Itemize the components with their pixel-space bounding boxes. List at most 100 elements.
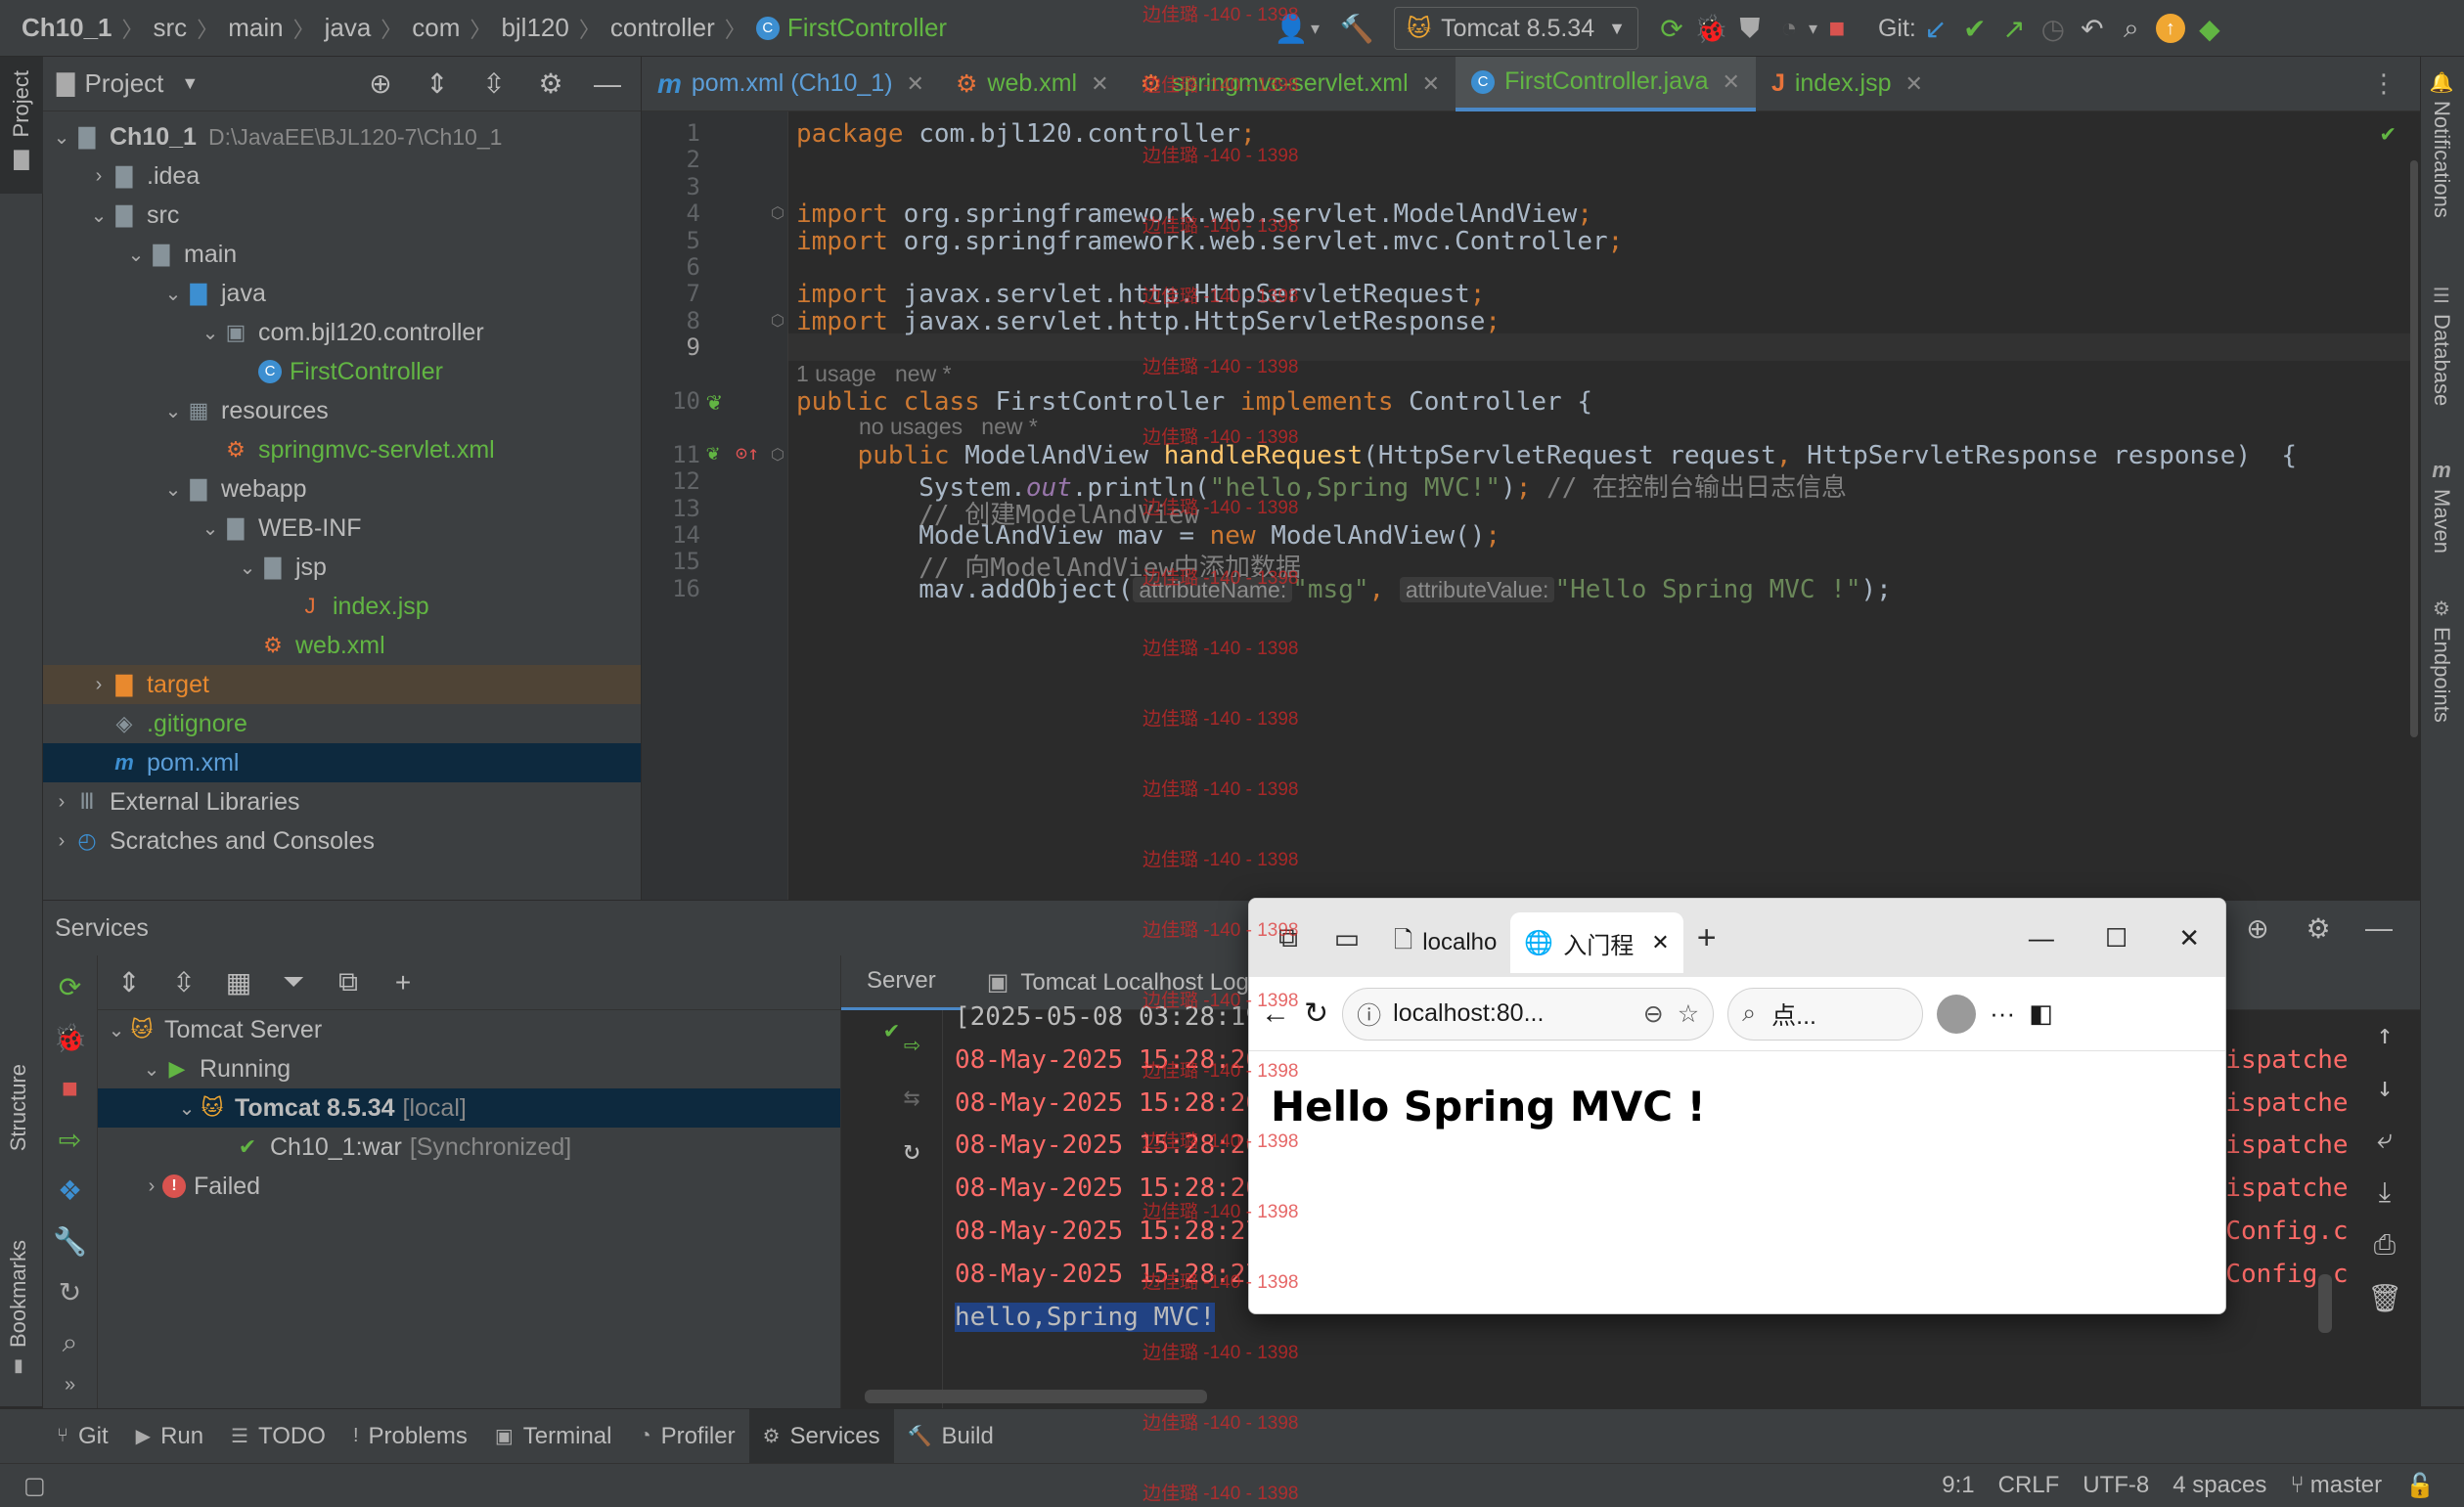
search-icon[interactable]: ⌕	[2112, 9, 2151, 48]
back-icon[interactable]: ←	[1261, 997, 1290, 1031]
project-tree-row[interactable]: ⌄ ▇ jsp	[43, 548, 641, 587]
project-tree-row[interactable]: › ▇ .idea	[43, 156, 641, 196]
more-tabs-icon[interactable]: ⋮	[2371, 68, 2397, 99]
caret-position[interactable]: 9:1	[1942, 1472, 1974, 1499]
workspaces-icon[interactable]: ⧉	[1269, 918, 1308, 957]
lock-icon[interactable]: 🔓	[2405, 1472, 2435, 1500]
chevron-down-icon[interactable]: ⌄	[125, 243, 147, 267]
group-icon[interactable]: ▦	[219, 963, 258, 1002]
project-tree-row[interactable]: ⌄ ▇ Ch10_1 D:\JavaEE\BJL120-7\Ch10_1	[43, 117, 641, 156]
close-window-icon[interactable]: ✕	[2178, 923, 2200, 953]
refresh-icon[interactable]: ↻	[892, 1130, 931, 1169]
chevron-right-icon[interactable]: ›	[51, 791, 72, 814]
rerun-icon[interactable]: ⇨	[892, 1024, 931, 1063]
services-tree-row[interactable]: ⌄ 🐱 Tomcat Server	[98, 1010, 840, 1049]
browser-tab-1[interactable]: 🗋 localho	[1380, 912, 1510, 973]
chevron-down-icon[interactable]: ⌄	[141, 1057, 162, 1082]
project-tree-row[interactable]: ◈ .gitignore	[43, 704, 641, 743]
tool-window-problems[interactable]: ! Problems	[339, 1409, 481, 1464]
maximize-window-icon[interactable]: ☐	[2105, 923, 2128, 953]
project-tree-row[interactable]: › Ⅲ External Libraries	[43, 782, 641, 821]
chevron-down-icon[interactable]: ⌄	[176, 1096, 198, 1121]
build-hammer-icon[interactable]: 🔨	[1337, 9, 1376, 48]
git-update-icon[interactable]: ↙	[1916, 9, 1955, 48]
project-tree-row[interactable]: ⌄ ▇ java	[43, 274, 641, 313]
locate-icon[interactable]: ⊕	[2238, 909, 2277, 948]
stop-icon[interactable]: ■	[1817, 9, 1857, 48]
add-icon[interactable]: +	[383, 963, 423, 1002]
inspection-ok-icon[interactable]: ✔	[2381, 119, 2395, 147]
project-tree-row[interactable]: Jindex.jsp	[43, 587, 641, 626]
project-tree-row[interactable]: ⚙ springmvc-servlet.xml	[43, 430, 641, 469]
info-icon[interactable]: ⓘ	[1357, 997, 1381, 1032]
chevron-down-icon[interactable]: ▾	[1311, 19, 1320, 39]
maven-tool-button[interactable]: m Maven	[2429, 458, 2454, 554]
gear-icon[interactable]: ⚙	[2299, 909, 2338, 948]
rerun-icon[interactable]: ⟳	[1652, 9, 1691, 48]
debug-icon[interactable]: 🐞	[1691, 9, 1730, 48]
scroll-to-end-icon[interactable]: ⤓	[2365, 1173, 2404, 1212]
editor-tab[interactable]: Jindex.jsp ✕	[1756, 57, 1939, 111]
chevron-down-icon[interactable]: ⌄	[200, 321, 221, 345]
console-v-scrollbar[interactable]	[2318, 1274, 2332, 1333]
update-icon[interactable]: ↑	[2151, 9, 2190, 48]
usage-hint[interactable]: no usages new *	[859, 414, 1038, 440]
rerun-icon[interactable]: ⟳	[51, 967, 90, 1006]
expand-all-icon[interactable]: ⇕	[110, 963, 149, 1002]
new-tab-icon[interactable]: +	[1697, 919, 1717, 957]
breadcrumb-item[interactable]: java	[325, 13, 372, 43]
gear-icon[interactable]: ⚙	[531, 65, 570, 104]
chevron-right-icon[interactable]: ›	[88, 674, 110, 696]
project-panel-title[interactable]: Project	[84, 68, 163, 99]
breadcrumb-item[interactable]: src	[154, 13, 188, 43]
collapse-all-icon[interactable]: ⇳	[164, 963, 203, 1002]
soft-wrap-icon[interactable]: ⤶	[2365, 1120, 2404, 1159]
minimize-window-icon[interactable]: —	[2029, 923, 2054, 953]
editor-tab[interactable]: C FirstController.java ✕	[1456, 56, 1756, 111]
chevron-down-icon[interactable]: ▼	[181, 73, 199, 94]
close-tab-icon[interactable]: ✕	[1723, 69, 1740, 95]
arrow-down-icon[interactable]: ↓	[2365, 1067, 2404, 1106]
services-tree-row[interactable]: ⌄ 🐱 Tomcat 8.5.34 [local]	[98, 1088, 840, 1128]
breadcrumb-item[interactable]: com	[412, 13, 460, 43]
indent-setting[interactable]: 4 spaces	[2173, 1472, 2266, 1499]
collapse-all-icon[interactable]: ⇳	[474, 65, 514, 104]
new-tab-icon[interactable]: ⧉	[329, 963, 368, 1002]
project-tree-row[interactable]: ⌄ ▇ webapp	[43, 469, 641, 509]
editor-tab[interactable]: m pom.xml (Ch10_1) ✕	[642, 57, 940, 111]
chevron-down-icon[interactable]: ⌄	[162, 477, 184, 502]
project-tree-row[interactable]: ⌄ ▇ src	[43, 196, 641, 235]
breadcrumb-item[interactable]: bjl120	[501, 13, 568, 43]
tool-window-git[interactable]: ⑂ Git	[43, 1409, 122, 1464]
deploy-icon[interactable]: ⇨	[51, 1120, 90, 1159]
file-encoding[interactable]: UTF-8	[2083, 1472, 2149, 1499]
project-tree-row[interactable]: ⌄ ▇ main	[43, 235, 641, 274]
locate-icon[interactable]: ⊕	[361, 65, 400, 104]
browser-search-field[interactable]: ⌕ 点...	[1727, 987, 1924, 1041]
tool-window-todo[interactable]: ☰ TODO	[217, 1409, 339, 1464]
run-config-selector[interactable]: 🐱 Tomcat 8.5.34 ▼	[1394, 7, 1638, 50]
stop-icon[interactable]: ■	[51, 1069, 90, 1108]
close-tab-icon[interactable]: ✕	[1651, 930, 1669, 955]
zoom-out-icon[interactable]: ⊖	[1643, 999, 1664, 1029]
redeploy-icon[interactable]: ⇆	[892, 1077, 931, 1116]
chevron-right-icon[interactable]: ›	[141, 1175, 162, 1198]
trash-icon[interactable]: 🗑	[2365, 1278, 2404, 1317]
breadcrumb-item[interactable]: FirstController	[787, 13, 947, 43]
tool-window-terminal[interactable]: ▣ Terminal	[481, 1409, 626, 1464]
line-separator[interactable]: CRLF	[1998, 1472, 2060, 1499]
chevron-down-icon[interactable]: ⌄	[162, 282, 184, 306]
coverage-icon[interactable]: ⛊	[1730, 9, 1770, 48]
endpoints-tool-button[interactable]: ⚙ Endpoints	[2429, 597, 2454, 723]
history-icon[interactable]: ◷	[2034, 9, 2073, 48]
project-tree-row[interactable]: ⌄ ▇ WEB-INF	[43, 509, 641, 548]
tool-window-profiler[interactable]: ◔ Profiler	[625, 1409, 748, 1464]
breadcrumb-item[interactable]: controller	[610, 13, 715, 43]
avatar[interactable]	[1937, 994, 1977, 1034]
chevron-down-icon[interactable]: ⌄	[106, 1018, 127, 1042]
user-icon[interactable]: 👤	[1272, 9, 1311, 48]
git-push-icon[interactable]: ↗	[1994, 9, 2034, 48]
project-tree-row[interactable]: C FirstController	[43, 352, 641, 391]
console-h-scrollbar[interactable]	[865, 1390, 1207, 1403]
bookmarks-tool-button[interactable]: Bookmarks ▮	[6, 1240, 31, 1376]
